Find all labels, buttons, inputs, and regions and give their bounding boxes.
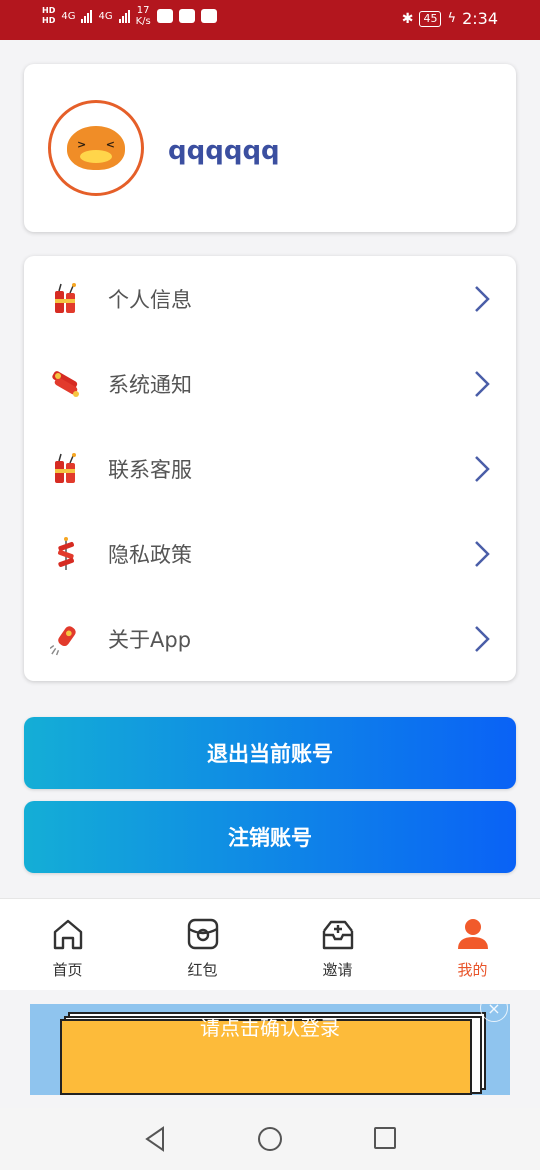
tab-label: 红包 [187,961,218,979]
menu-label: 个人信息 [108,287,192,312]
battery-indicator: 45 [419,10,442,27]
system-nav-bar [0,1108,540,1170]
menu-item-privacy-policy[interactable]: 隐私政策 [24,511,516,596]
message-icon [156,9,173,23]
settings-menu: 个人信息 系统通知 联系客服 隐私政策 关于App [24,256,516,681]
menu-label: 关于App [108,627,192,652]
menu-item-about-app[interactable]: 关于App [24,596,516,681]
invite-inbox-icon [322,920,353,950]
clock: 2:34 [462,9,498,28]
cancel-account-button[interactable]: 注销账号 [24,801,516,873]
chevron-right-icon [475,625,490,652]
status-bar: HD HD 4G 4G 17 K/s ✱ 45 ϟ 2:34 [0,0,540,40]
store-app-icon [200,9,217,23]
chevron-right-icon [475,285,490,312]
bottom-tab-bar: 首页 红包 邀请 我的 [0,898,540,990]
signal-icon-2 [118,9,130,23]
hd-indicator: HD HD [42,6,56,25]
menu-label: 联系客服 [108,457,192,482]
rocket-firework-icon [50,621,82,657]
menu-item-personal-info[interactable]: 个人信息 [24,256,516,341]
bluetooth-icon: ✱ [401,10,414,27]
profile-card[interactable]: > < qqqqqq [24,64,516,232]
network-type-2: 4G [98,10,113,22]
tab-mine[interactable]: 我的 [405,899,540,991]
duck-avatar-icon: > < [67,126,125,170]
firecracker-bundle-icon [50,366,82,402]
menu-label: 系统通知 [108,372,192,397]
tab-invite[interactable]: 邀请 [270,899,405,991]
firecracker-icon [50,451,82,487]
menu-item-system-notice[interactable]: 系统通知 [24,341,516,426]
chevron-right-icon [475,455,490,482]
home-nav-icon[interactable] [257,1126,283,1152]
tab-label: 首页 [52,961,83,979]
menu-label: 隐私政策 [108,542,192,567]
firework-string-icon [50,536,82,572]
signal-icon [81,9,93,23]
firecracker-icon [50,281,82,317]
user-icon [457,919,488,949]
tab-label: 我的 [457,961,488,979]
username: qqqqqq [168,136,280,166]
chevron-right-icon [475,370,490,397]
ad-text: 请点击确认登录 [200,1016,340,1040]
ad-banner[interactable]: 请点击确认登录 × [30,1004,510,1095]
back-icon[interactable] [143,1126,167,1152]
tab-label: 邀请 [322,961,353,979]
avatar[interactable]: > < [48,100,144,196]
red-packet-icon [187,918,218,950]
video-app-icon [178,9,195,23]
chevron-right-icon [475,540,490,567]
charging-icon: ϟ [447,11,457,26]
network-type-1: 4G [61,10,76,22]
recents-icon[interactable] [373,1126,397,1150]
tab-red-packet[interactable]: 红包 [135,899,270,991]
network-speed: 17 K/s [135,5,151,27]
tab-home[interactable]: 首页 [0,899,135,991]
menu-item-contact-support[interactable]: 联系客服 [24,426,516,511]
logout-button[interactable]: 退出当前账号 [24,717,516,789]
home-icon [53,919,82,950]
